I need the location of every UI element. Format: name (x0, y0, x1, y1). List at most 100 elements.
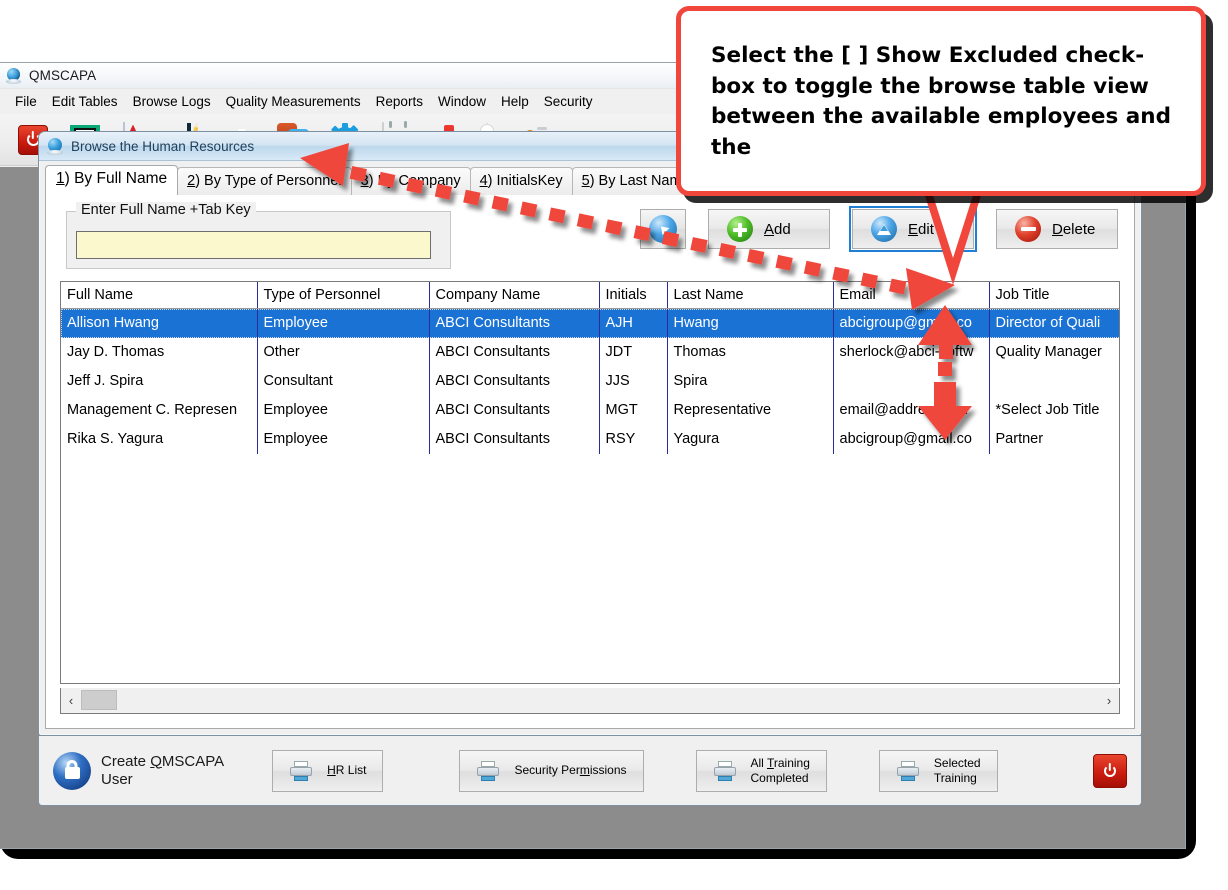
cell-full-name: Jay D. Thomas (61, 338, 257, 367)
delete-accel: D (1052, 221, 1063, 238)
tab-label-5: ) By Last Name (590, 173, 690, 189)
create-qmscapa-user-button[interactable]: Create QMSCAPA User (53, 752, 224, 790)
create-user-line2: User (101, 771, 133, 788)
add-accel: A (764, 221, 774, 238)
cell-job-title: Director of Quali (989, 309, 1120, 338)
sec-rest: issions (590, 763, 627, 777)
menu-item-file[interactable]: File (8, 92, 45, 111)
close-power-button[interactable] (1093, 754, 1127, 788)
create-user-line1-post: MSCAPA (162, 753, 224, 770)
delete-button[interactable]: Delete (996, 209, 1118, 249)
menu-item-security[interactable]: Security (537, 92, 601, 111)
delete-rest: elete (1063, 221, 1096, 238)
menu-item-reports[interactable]: Reports (369, 92, 431, 111)
trn-line2: Completed (751, 771, 809, 785)
horizontal-scrollbar[interactable]: ‹ › (60, 688, 1120, 714)
cell-job-title: *Select Job Title (989, 396, 1120, 425)
column-header-email[interactable]: Email (833, 282, 989, 309)
sel-line2: Training (934, 771, 977, 785)
edit-rest: dit (918, 221, 934, 238)
table-row[interactable]: Rika S. Yagura Employee ABCI Consultants… (61, 425, 1120, 454)
table-row[interactable]: Jay D. Thomas Other ABCI Consultants JDT… (61, 338, 1120, 367)
screenshot-root: QMSCAPA File Edit Tables Browse Logs Qua… (0, 0, 1228, 890)
column-header-initials[interactable]: Initials (599, 282, 667, 309)
scroll-right-icon[interactable]: › (1099, 693, 1119, 708)
hr-table: Full Name Type of Personnel Company Name… (61, 282, 1120, 454)
cell-type: Other (257, 338, 429, 367)
cell-job-title (989, 367, 1120, 396)
add-button[interactable]: Add (708, 209, 830, 249)
menu-item-help[interactable]: Help (494, 92, 537, 111)
tab-panel: Enter Full Name +Tab Key Add Edit Delet (45, 195, 1135, 729)
tab-accel-5: 5 (582, 173, 590, 189)
cell-last-name: Thomas (667, 338, 833, 367)
menu-item-quality-measurements[interactable]: Quality Measurements (219, 92, 369, 111)
scrollbar-track[interactable] (81, 688, 1099, 713)
cell-full-name: Allison Hwang (61, 309, 257, 338)
scrollbar-thumb[interactable] (81, 690, 117, 710)
tab-initials-key[interactable]: 4) InitialsKey (470, 167, 573, 195)
menu-item-edit-tables[interactable]: Edit Tables (45, 92, 126, 111)
cell-full-name: Management C. Represen (61, 396, 257, 425)
menu-item-window[interactable]: Window (431, 92, 494, 111)
column-header-company-name[interactable]: Company Name (429, 282, 599, 309)
table-row[interactable]: Allison Hwang Employee ABCI Consultants … (61, 309, 1120, 338)
cell-email: abcigroup@gmail.co (833, 425, 989, 454)
cell-job-title: Partner (989, 425, 1120, 454)
data-grid[interactable]: Full Name Type of Personnel Company Name… (60, 281, 1120, 684)
tab-accel-2: 2 (187, 173, 195, 189)
cell-job-title: Quality Manager (989, 338, 1120, 367)
callout-box: Select the [ ] Show Excluded check-box t… (676, 6, 1206, 196)
search-input[interactable] (76, 231, 431, 259)
lock-icon (53, 752, 91, 790)
security-permissions-button[interactable]: Security Permissions (459, 750, 643, 792)
printer-icon (289, 761, 313, 781)
action-buttons: Add Edit Delete (640, 209, 1118, 249)
minus-circle-icon (1015, 216, 1041, 242)
table-row[interactable]: Jeff J. Spira Consultant ABCI Consultant… (61, 367, 1120, 396)
cell-initials: JJS (599, 367, 667, 396)
cell-last-name: Representative (667, 396, 833, 425)
browse-human-resources-dialog: Browse the Human Resources ✕ 1) By Full … (38, 131, 1142, 736)
tab-by-full-name[interactable]: 1) By Full Name (45, 165, 178, 195)
dialog-footer: Create QMSCAPA User HR List Security Per… (38, 736, 1142, 806)
hr-list-button[interactable]: HR List (272, 750, 383, 792)
all-training-completed-button[interactable]: All Training Completed (696, 750, 827, 792)
trn-pre: All (751, 756, 767, 770)
cell-email (833, 367, 989, 396)
cell-last-name: Yagura (667, 425, 833, 454)
printer-icon (476, 761, 500, 781)
scroll-left-icon[interactable]: ‹ (61, 693, 81, 708)
tab-label-2: ) By Type of Personnel (195, 173, 341, 189)
table-row[interactable]: Management C. Represen Employee ABCI Con… (61, 396, 1120, 425)
tab-accel-1: 1 (56, 170, 65, 187)
cell-type: Employee (257, 309, 429, 338)
tab-label-4: ) InitialsKey (488, 173, 563, 189)
column-header-full-name[interactable]: Full Name (61, 282, 257, 309)
lookup-button[interactable] (640, 209, 686, 249)
cell-initials: JDT (599, 338, 667, 367)
tab-by-company[interactable]: 3) By Company (351, 167, 471, 195)
plus-circle-icon (727, 216, 753, 242)
search-groupbox: Enter Full Name +Tab Key (66, 211, 451, 269)
selected-training-button[interactable]: Selected Training (879, 750, 998, 792)
cell-type: Employee (257, 396, 429, 425)
printer-icon (896, 761, 920, 781)
sel-line1: Selected (934, 756, 981, 770)
edit-button[interactable]: Edit (852, 209, 974, 249)
cell-email: email@address.con (833, 396, 989, 425)
edit-accel: E (908, 221, 918, 238)
tab-by-type-of-personnel[interactable]: 2) By Type of Personnel (177, 167, 352, 195)
column-header-job-title[interactable]: Job Title (989, 282, 1120, 309)
table-header-row: Full Name Type of Personnel Company Name… (61, 282, 1120, 309)
cell-initials: MGT (599, 396, 667, 425)
tab-accel-4: 4 (480, 173, 488, 189)
menu-item-browse-logs[interactable]: Browse Logs (126, 92, 219, 111)
column-header-last-name[interactable]: Last Name (667, 282, 833, 309)
cell-email: sherlock@abci-softw (833, 338, 989, 367)
cell-company: ABCI Consultants (429, 367, 599, 396)
trn-accel: T (767, 756, 774, 770)
column-header-type-of-personnel[interactable]: Type of Personnel (257, 282, 429, 309)
cell-company: ABCI Consultants (429, 338, 599, 367)
cell-company: ABCI Consultants (429, 425, 599, 454)
